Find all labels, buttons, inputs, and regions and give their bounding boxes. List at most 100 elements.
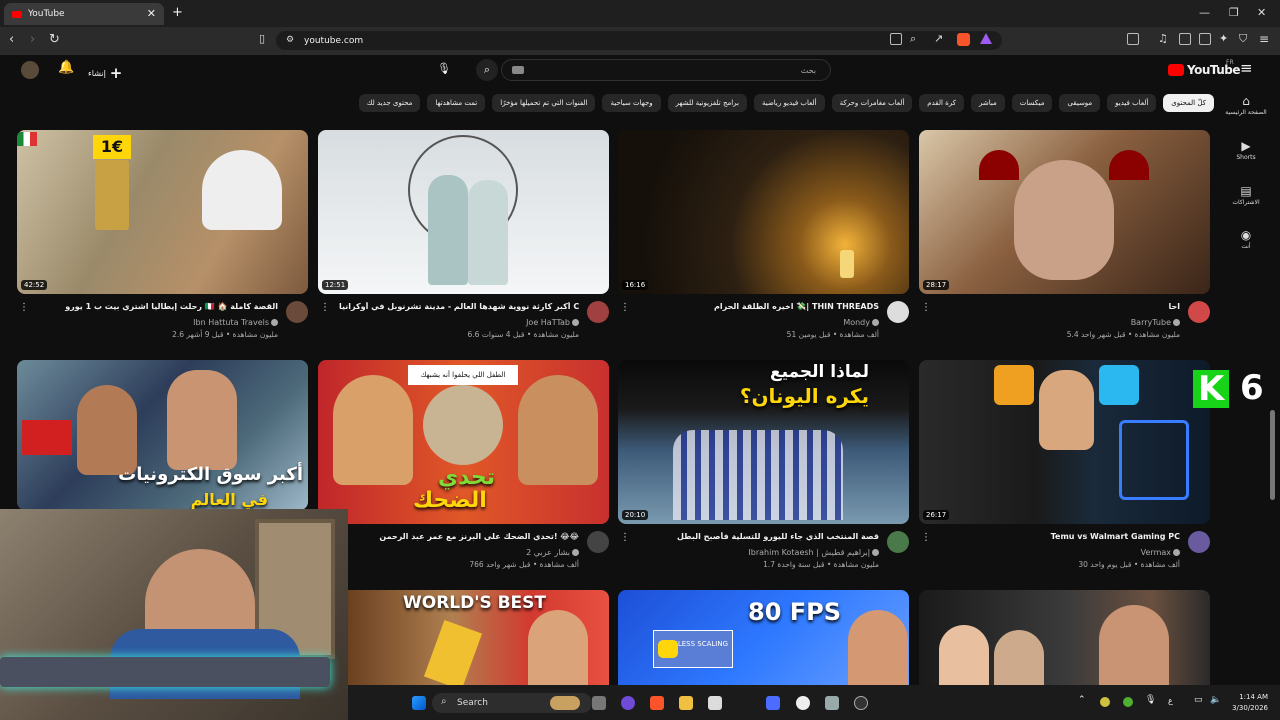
channel-avatar[interactable] <box>587 531 609 553</box>
menu-icon[interactable]: ≡ <box>1240 59 1253 77</box>
filter-chip[interactable]: كرة القدم <box>919 94 965 112</box>
channel-avatar[interactable] <box>286 301 308 323</box>
channel-name[interactable]: Ibn Hattuta Travels <box>193 318 278 327</box>
voice-search-icon[interactable]: 🎙 <box>437 62 451 75</box>
video-thumbnail[interactable]: 16:16 <box>618 130 909 294</box>
network-icon[interactable]: ▭ <box>1194 695 1203 705</box>
sidebar-item-you[interactable]: ◉ أنت <box>1222 229 1270 250</box>
video-menu-icon[interactable]: ⋮ <box>320 302 330 313</box>
video-thumbnail[interactable]: WORLD'S BEST <box>348 590 609 685</box>
video-menu-icon[interactable]: ⋮ <box>921 532 931 543</box>
file-explorer-icon[interactable] <box>679 696 693 710</box>
video-title[interactable]: Temu vs Walmart Gaming PC <box>940 532 1180 541</box>
share-icon[interactable]: ↗ <box>934 32 943 45</box>
video-thumbnail[interactable] <box>919 590 1210 685</box>
channel-name[interactable]: BarryTube <box>1131 318 1180 327</box>
bookmark-icon[interactable]: ▯ <box>259 32 265 45</box>
filter-chip[interactable]: وجهات سياحية <box>602 94 661 112</box>
minimize-icon[interactable]: — <box>1199 6 1210 19</box>
channel-avatar[interactable] <box>887 301 909 323</box>
channel-name[interactable]: بشار عربي 2 <box>526 548 579 557</box>
video-menu-icon[interactable]: ⋮ <box>921 302 931 313</box>
microphone-icon[interactable]: 🎙 <box>1145 695 1156 705</box>
music-icon[interactable]: ♫ <box>1158 32 1168 45</box>
settings-icon[interactable] <box>825 696 839 710</box>
reload-icon[interactable]: ↻ <box>49 32 60 47</box>
filter-chip[interactable]: كلّ المحتوى <box>1163 94 1214 112</box>
video-thumbnail[interactable]: 26:17 <box>919 360 1210 524</box>
page-scrollbar[interactable] <box>1270 410 1275 500</box>
channel-avatar[interactable] <box>887 531 909 553</box>
maximize-icon[interactable]: ❐ <box>1229 6 1239 19</box>
store-icon[interactable] <box>708 696 722 710</box>
video-title[interactable]: رحلت إيطاليا اشتري بيت ب 1 يورو 🇮🇹 🏠 الق… <box>38 302 278 311</box>
channel-avatar[interactable] <box>1188 531 1210 553</box>
sidebar-item-home[interactable]: ⌂ الصفحة الرئيسية <box>1222 95 1270 116</box>
filter-chip[interactable]: ميكسات <box>1011 94 1053 112</box>
app-icon[interactable] <box>766 696 780 710</box>
leo-ai-icon[interactable]: ✦ <box>1219 32 1228 45</box>
rewards-icon[interactable] <box>980 33 992 44</box>
video-menu-icon[interactable]: ⋮ <box>620 532 630 543</box>
filter-chip[interactable]: مباشر <box>971 94 1005 112</box>
vpn-icon[interactable]: ⛉ <box>1239 32 1247 46</box>
video-thumbnail[interactable]: الطفل اللي يحلفوا أنه يشبهك تحدي الضحك <box>318 360 609 524</box>
zoom-icon[interactable]: ⌕ <box>910 32 916 46</box>
video-thumbnail[interactable]: 80 FPS LOSSLESS SCALING <box>618 590 909 685</box>
channel-avatar[interactable] <box>587 301 609 323</box>
close-tab-icon[interactable]: ✕ <box>147 7 156 20</box>
filter-chip[interactable]: الفنوات التي تم تحميلها مؤخرًا <box>492 94 596 112</box>
video-thumbnail[interactable]: 12:51 <box>318 130 609 294</box>
filter-chip[interactable]: ألعاب فيديو <box>1107 94 1157 112</box>
video-menu-icon[interactable]: ⋮ <box>19 302 29 313</box>
video-thumbnail[interactable]: 1€ 42:52 <box>17 130 308 294</box>
video-thumbnail[interactable]: 28:17 <box>919 130 1210 294</box>
filter-chip[interactable]: تمت مشاهدتها <box>427 94 486 112</box>
search-button[interactable]: ⌕ <box>476 59 498 81</box>
obs-icon[interactable] <box>796 696 810 710</box>
task-view-icon[interactable] <box>592 696 606 710</box>
create-button[interactable]: إنشاء + <box>88 64 122 82</box>
filter-chip[interactable]: محتوى جديد لك <box>358 94 421 112</box>
video-thumbnail[interactable]: أكبر سوق الكترونيات في العالم <box>17 360 308 510</box>
channel-avatar[interactable] <box>1188 301 1210 323</box>
close-window-icon[interactable]: ✕ <box>1257 6 1266 19</box>
sidebar-item-subscriptions[interactable]: ▤ الاشتراكات <box>1222 185 1270 206</box>
screenshot-icon[interactable] <box>890 33 902 45</box>
filter-chip[interactable]: ألعاب فيديو رياضية <box>753 94 825 112</box>
video-title[interactable]: احا <box>940 302 1180 311</box>
video-title[interactable]: تحدي الضحك علي البرنز مع عمر عبد الرحمن!… <box>339 532 579 541</box>
sidebar-toggle-icon[interactable] <box>1127 33 1139 45</box>
clock-time[interactable]: 1:14 AM <box>1218 693 1268 701</box>
steam-icon[interactable] <box>854 696 868 710</box>
filter-chip[interactable]: موسيقى <box>1059 94 1101 112</box>
video-thumbnail[interactable]: لماذا الجميع يكره اليونان؟ 20:10 <box>618 360 909 524</box>
browser-tab[interactable]: YouTube ✕ <box>4 3 164 25</box>
new-tab-icon[interactable]: + <box>172 5 183 20</box>
brave-shield-icon[interactable] <box>957 33 970 46</box>
video-title[interactable]: أكبر كارثة نووية شهدها العالم - مدينة تش… <box>339 302 579 311</box>
video-menu-icon[interactable]: ⋮ <box>620 302 630 313</box>
back-icon[interactable]: ‹ <box>9 32 14 47</box>
site-info-icon[interactable]: ⚙ <box>286 35 294 45</box>
channel-name[interactable]: Ibrahim Kotaesh | إبراهيم قطيش <box>748 548 879 557</box>
brave-icon[interactable] <box>650 696 664 710</box>
tray-app-icon[interactable] <box>1123 697 1133 707</box>
notifications-icon[interactable]: 🔔 <box>58 60 74 75</box>
reader-icon[interactable] <box>1179 33 1191 45</box>
channel-name[interactable]: Joe HaTTab <box>526 318 579 327</box>
discord-icon[interactable] <box>621 696 635 710</box>
channel-name[interactable]: Mondy <box>843 318 879 327</box>
channel-name[interactable]: Vermax <box>1141 548 1180 557</box>
filter-chip[interactable]: برامج تلفزيونية للشهر <box>667 94 747 112</box>
filter-chip[interactable]: ألعاب مغامرات وحركة <box>831 94 913 112</box>
clock-date[interactable]: 3/30/2026 <box>1218 704 1268 712</box>
video-title[interactable]: قصة المنتخب الذي جاء لليورو للتسلية فأصب… <box>639 532 879 541</box>
forward-icon[interactable]: › <box>30 32 35 47</box>
sidebar-item-shorts[interactable]: ▶ Shorts <box>1222 140 1270 161</box>
tray-chevron-icon[interactable]: ⌃ <box>1078 695 1086 705</box>
language-icon[interactable]: ع <box>1168 696 1173 705</box>
video-card[interactable]: أكبر سوق الكترونيات في العالم <box>17 360 308 510</box>
taskbar-search[interactable]: ⌕ Search <box>432 693 592 713</box>
keyboard-icon[interactable] <box>512 66 524 74</box>
